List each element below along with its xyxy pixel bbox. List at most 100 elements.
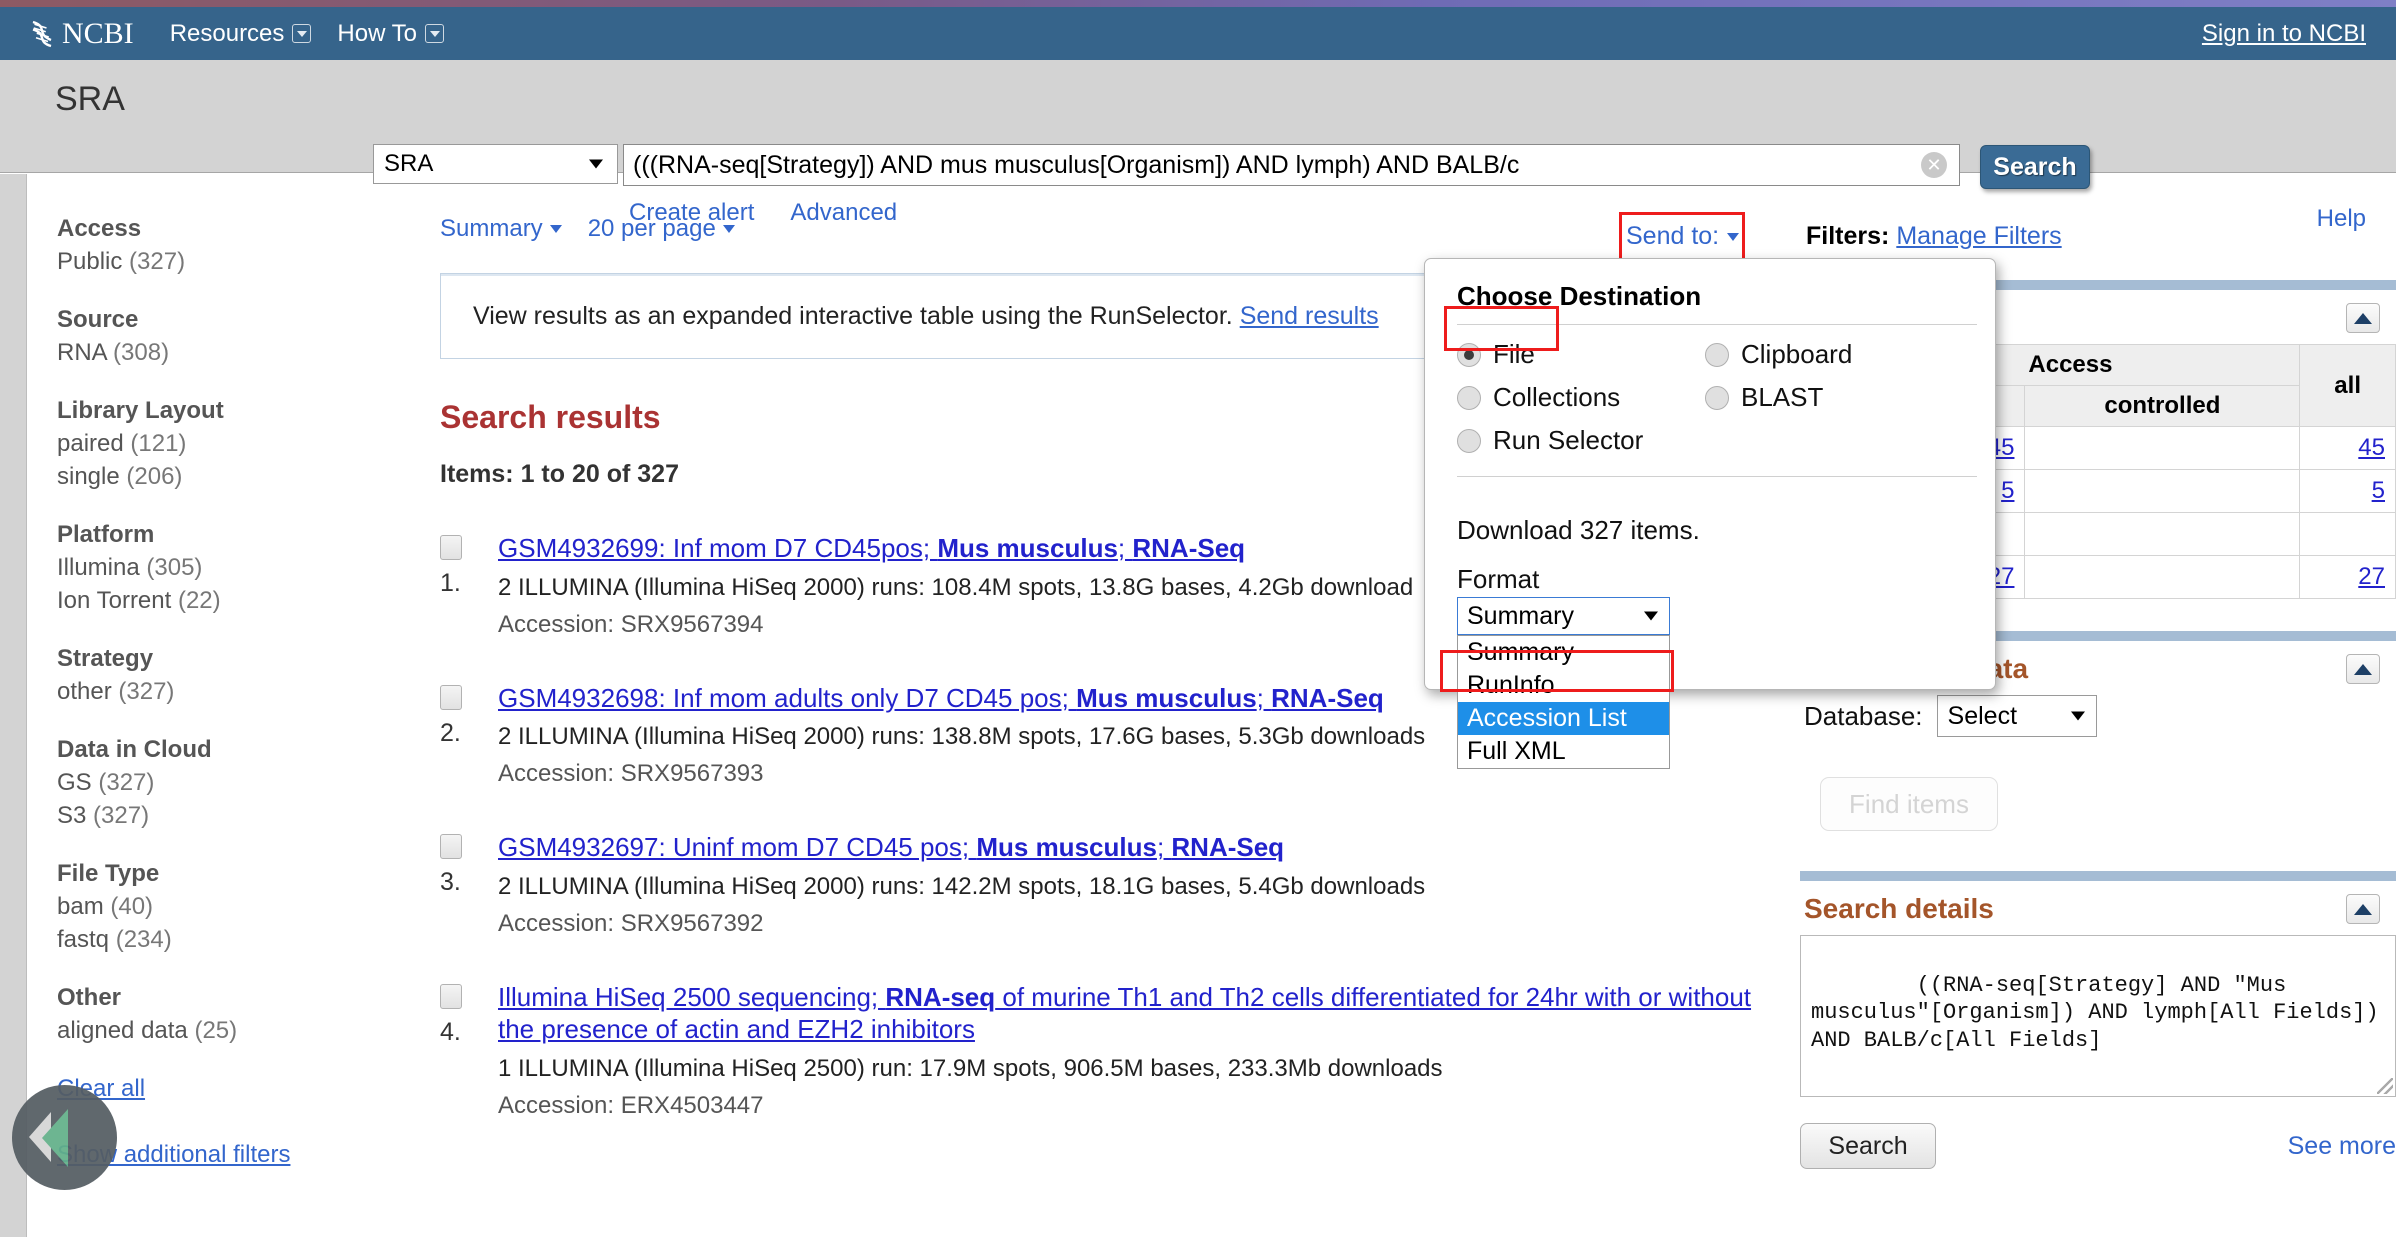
search-details-textarea[interactable]: ((RNA-seq[Strategy] AND "Mus musculus"[O… <box>1800 935 2396 1097</box>
result-title-link[interactable]: GSM4932697: Uninf mom D7 CD45 pos; Mus m… <box>498 832 1770 864</box>
result-meta: 2 ILLUMINA (Illumina HiSeq 2000) runs: 1… <box>498 873 1426 901</box>
facet-item[interactable]: fastq (234) <box>57 926 387 954</box>
format-option-accession-list[interactable]: Accession List <box>1458 702 1669 735</box>
facet-item[interactable]: GS (327) <box>57 769 387 797</box>
see-more-link[interactable]: See more <box>2288 1132 2396 1161</box>
cell-all[interactable]: 27 <box>2299 555 2396 599</box>
facet-item-label: fastq <box>57 926 110 953</box>
manage-filters-link[interactable]: Manage Filters <box>1896 222 2061 250</box>
cell-all[interactable]: 45 <box>2299 426 2396 470</box>
result-checkbox[interactable] <box>440 684 462 710</box>
cell-all-link[interactable]: 27 <box>2358 563 2385 590</box>
result-title-link[interactable]: Illumina HiSeq 2500 sequencing; RNA-seq … <box>498 982 1770 1045</box>
result-number: 3. <box>440 868 461 897</box>
format-option-runinfo[interactable]: RunInfo <box>1458 669 1669 702</box>
result-select-col: 1. <box>440 533 498 639</box>
result-body: Illumina HiSeq 2500 sequencing; RNA-seq … <box>498 982 1770 1119</box>
facet-heading: Data in Cloud <box>57 736 212 763</box>
destination-option-collections[interactable]: Collections <box>1457 382 1705 413</box>
facet-item[interactable]: S3 (327) <box>57 802 387 830</box>
chevron-down-icon <box>292 24 312 43</box>
screen-recorder-collapse-bubble[interactable] <box>12 1085 117 1190</box>
collapse-icon[interactable] <box>2346 894 2380 924</box>
radio-icon <box>1705 385 1729 410</box>
result-select-col: 3. <box>440 832 498 938</box>
collapse-arrow-icon <box>42 1109 68 1167</box>
details-search-button[interactable]: Search <box>1800 1123 1936 1169</box>
result-title-organism: Mus musculus <box>1076 682 1257 713</box>
facet-item[interactable]: aligned data (25) <box>57 1017 387 1045</box>
cell-all[interactable]: 5 <box>2299 469 2396 513</box>
destination-option-file[interactable]: File <box>1457 339 1705 370</box>
format-option-summary[interactable]: Summary <box>1458 636 1669 669</box>
result-checkbox[interactable] <box>440 834 462 860</box>
facet-item-count: (308) <box>113 339 170 366</box>
cell-controlled <box>2024 426 2301 470</box>
facet-item-count: (121) <box>130 430 187 457</box>
search-input[interactable] <box>624 145 1959 185</box>
ncbi-logo[interactable]: NCBI <box>27 17 134 51</box>
related-database-select-value: Select <box>1947 701 2018 730</box>
result-title-sep: ; <box>1117 533 1133 563</box>
related-database-select[interactable]: Select <box>1936 695 2097 737</box>
send-to-dropdown[interactable]: Send to: <box>1626 222 1740 251</box>
display-format-dropdown[interactable]: Summary <box>440 215 562 243</box>
search-button[interactable]: Search <box>1980 145 2090 189</box>
collapse-icon[interactable] <box>2346 654 2380 684</box>
collapse-icon[interactable] <box>2346 303 2380 333</box>
facet-item-label: paired <box>57 430 124 457</box>
format-option-full-xml[interactable]: Full XML <box>1458 735 1669 768</box>
search-input-wrapper: ✕ <box>623 144 1960 186</box>
format-select[interactable]: Summary <box>1457 597 1670 635</box>
destination-option-run-selector[interactable]: Run Selector <box>1457 425 1705 456</box>
format-select-value: Summary <box>1467 601 1574 630</box>
destination-option-label: Collections <box>1493 382 1621 412</box>
result-checkbox[interactable] <box>440 984 462 1010</box>
cell-controlled <box>2024 555 2301 599</box>
facet-item-label: aligned data <box>57 1017 188 1044</box>
cell-all-link[interactable]: 5 <box>2372 477 2385 504</box>
facet-item[interactable]: paired (121) <box>57 430 387 458</box>
cell-all <box>2299 512 2396 556</box>
format-select-options: Summary RunInfo Accession List Full XML <box>1457 635 1670 769</box>
clear-all-filters-link[interactable]: Clear all <box>57 1075 387 1103</box>
result-checkbox[interactable] <box>440 535 462 560</box>
result-title-strategy: RNA-seq <box>885 982 996 1013</box>
facet-item[interactable]: RNA (308) <box>57 339 387 367</box>
find-items-button[interactable]: Find items <box>1820 777 1998 831</box>
cell-public-link[interactable]: 5 <box>2001 477 2014 504</box>
sign-in-link[interactable]: Sign in to NCBI <box>2202 20 2366 48</box>
facet-item[interactable]: bam (40) <box>57 893 387 921</box>
facet-item[interactable]: single (206) <box>57 463 387 491</box>
result-title-plain: Illumina HiSeq 2500 sequencing; <box>498 982 886 1013</box>
resize-grip-icon[interactable] <box>2377 1078 2393 1094</box>
result-title-strategy: RNA-Seq <box>1132 533 1246 563</box>
send-results-link[interactable]: Send results <box>1240 302 1379 331</box>
facet-group-file-type: File Type bam (40) fastq (234) <box>57 860 387 954</box>
cell-all-link[interactable]: 45 <box>2358 434 2385 461</box>
facet-item[interactable]: Illumina (305) <box>57 554 387 582</box>
panel-header: Search details <box>1800 881 2396 935</box>
help-link[interactable]: Help <box>2317 205 2366 233</box>
search-details-title: Search details <box>1804 893 1994 924</box>
facet-item[interactable]: Public (327) <box>57 248 387 276</box>
chevron-down-icon <box>589 159 603 169</box>
database-row: Database: Select <box>1800 695 2396 737</box>
clear-search-icon[interactable]: ✕ <box>1921 152 1947 178</box>
nav-how-to[interactable]: How To <box>337 20 444 48</box>
ncbi-top-bar: NCBI Resources How To Sign in to NCBI <box>0 7 2396 60</box>
per-page-dropdown[interactable]: 20 per page <box>588 215 735 243</box>
facet-item-count: (25) <box>194 1017 238 1044</box>
destination-option-blast[interactable]: BLAST <box>1705 382 1995 413</box>
cell-controlled <box>2024 469 2301 513</box>
facet-item-count: (327) <box>118 678 175 705</box>
facet-item[interactable]: Ion Torrent (22) <box>57 587 387 615</box>
facet-item-label: bam <box>57 893 104 920</box>
result-title-plain: GSM4932699: Inf mom D7 CD45pos; <box>498 533 938 563</box>
result-body: GSM4932697: Uninf mom D7 CD45 pos; Mus m… <box>498 832 1770 938</box>
database-select[interactable]: SRA <box>373 144 618 184</box>
facet-item[interactable]: other (327) <box>57 678 387 706</box>
destination-option-clipboard[interactable]: Clipboard <box>1705 339 1995 370</box>
nav-resources[interactable]: Resources <box>170 20 312 48</box>
facet-item-label: Public <box>57 248 123 275</box>
